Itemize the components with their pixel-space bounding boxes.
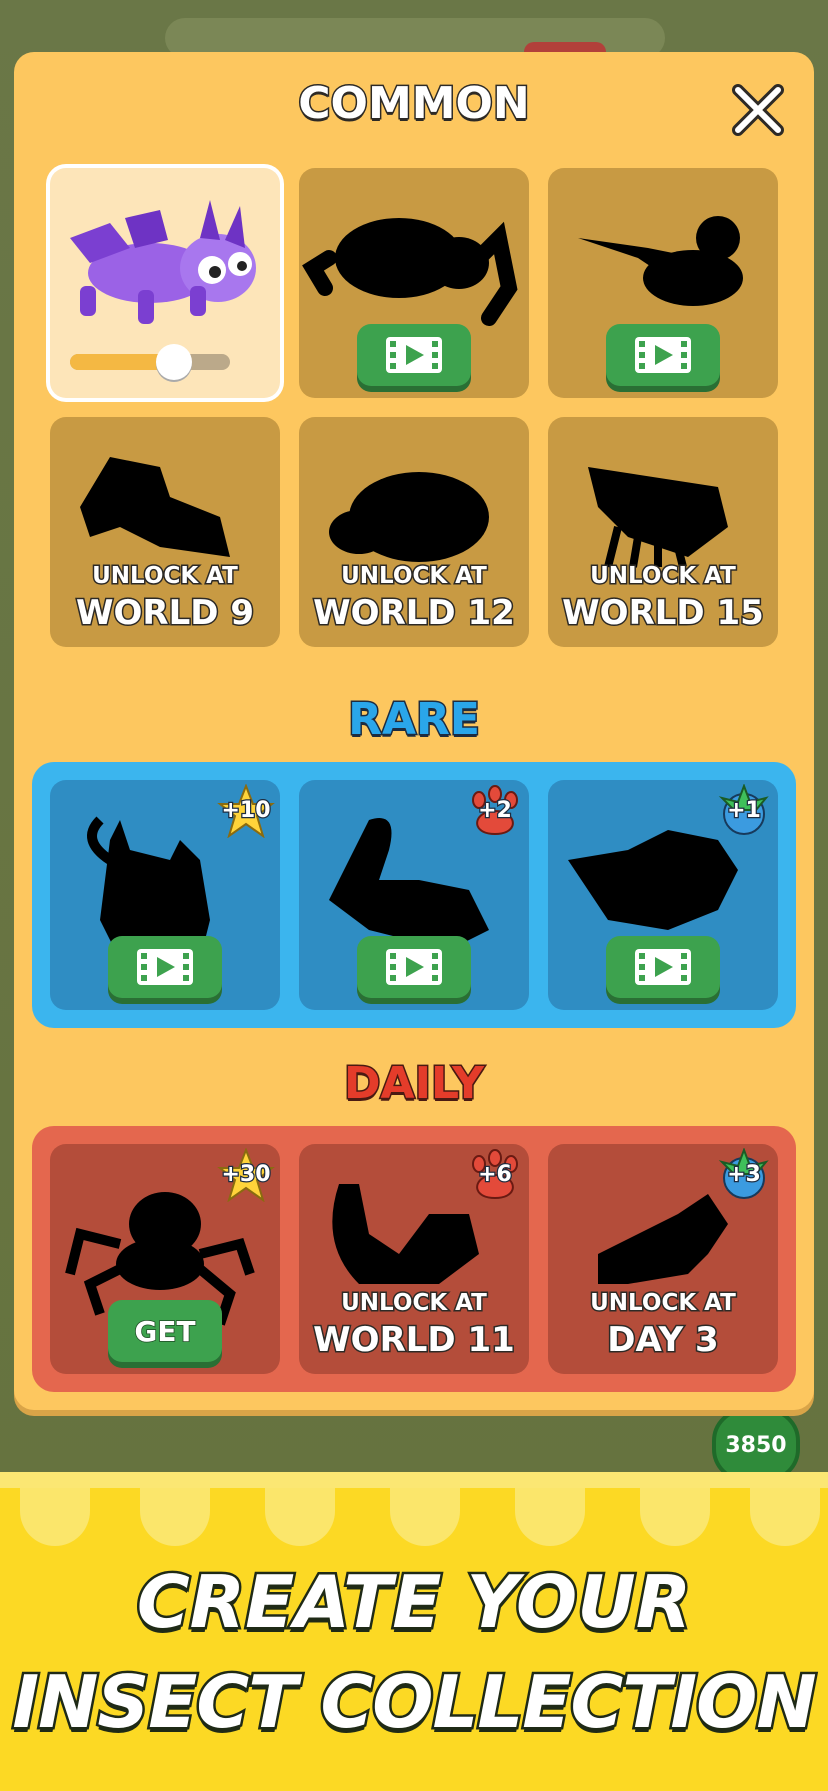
reward-badge: +3: [726, 1161, 762, 1189]
video-play-icon: [386, 949, 442, 985]
watch-video-button[interactable]: [606, 324, 720, 386]
unlock-value: WORLD 9: [75, 592, 256, 635]
insect-card-rare[interactable]: +2: [299, 780, 529, 1010]
unlock-value: DAY 3: [606, 1319, 720, 1362]
video-play-icon: [635, 949, 691, 985]
reward-badge: +30: [220, 1161, 272, 1189]
unlock-value: WORLD 12: [312, 592, 517, 635]
reward-badge: +1: [726, 797, 762, 825]
unlock-label: UNLOCK AT: [340, 562, 489, 591]
reward-badge: +10: [220, 797, 272, 825]
get-button[interactable]: GET: [108, 1300, 222, 1362]
video-play-icon: [137, 949, 193, 985]
unlock-value: WORLD 11: [312, 1319, 517, 1362]
watch-video-button[interactable]: [357, 324, 471, 386]
insect-card-daily[interactable]: +6 UNLOCK AT WORLD 11: [299, 1144, 529, 1374]
insect-card-daily[interactable]: +3 UNLOCK AT DAY 3: [548, 1144, 778, 1374]
unlock-label: UNLOCK AT: [91, 562, 240, 591]
unlock-label: UNLOCK AT: [340, 1289, 489, 1318]
close-x-icon[interactable]: [730, 82, 786, 138]
slogan-line-1: CREATE YOUR: [134, 1558, 693, 1647]
section-title-daily: DAILY: [343, 1057, 486, 1111]
unlock-label: UNLOCK AT: [589, 1289, 738, 1318]
coin-counter: 3850: [712, 1408, 800, 1482]
section-title-rare: RARE: [347, 693, 482, 747]
unlock-value: WORLD 15: [561, 592, 766, 635]
level-slider[interactable]: [70, 344, 230, 380]
insect-card-daily[interactable]: +30 GET: [50, 1144, 280, 1374]
video-play-icon: [635, 337, 691, 373]
watch-video-button[interactable]: [357, 936, 471, 998]
insect-card-locked-video[interactable]: [548, 168, 778, 398]
insect-card-locked-world[interactable]: UNLOCK AT WORLD 12: [299, 417, 529, 647]
section-title-common: COMMON: [297, 77, 532, 131]
insect-card-rare[interactable]: +1: [548, 780, 778, 1010]
coin-value: 3850: [725, 1432, 787, 1458]
watch-video-button[interactable]: [108, 936, 222, 998]
insect-card-locked-world[interactable]: UNLOCK AT WORLD 15: [548, 417, 778, 647]
insect-card-locked-video[interactable]: [299, 168, 529, 398]
watch-video-button[interactable]: [606, 936, 720, 998]
insect-card-rare[interactable]: +10: [50, 780, 280, 1010]
slogan-line-2: INSECT COLLECTION: [10, 1658, 819, 1747]
video-play-icon: [386, 337, 442, 373]
unlock-label: UNLOCK AT: [589, 562, 738, 591]
slider-knob[interactable]: [156, 344, 192, 380]
insect-card-selected[interactable]: [50, 168, 280, 398]
reward-badge: +6: [477, 1161, 513, 1189]
insect-card-locked-world[interactable]: UNLOCK AT WORLD 9: [50, 417, 280, 647]
reward-badge: +2: [477, 797, 513, 825]
